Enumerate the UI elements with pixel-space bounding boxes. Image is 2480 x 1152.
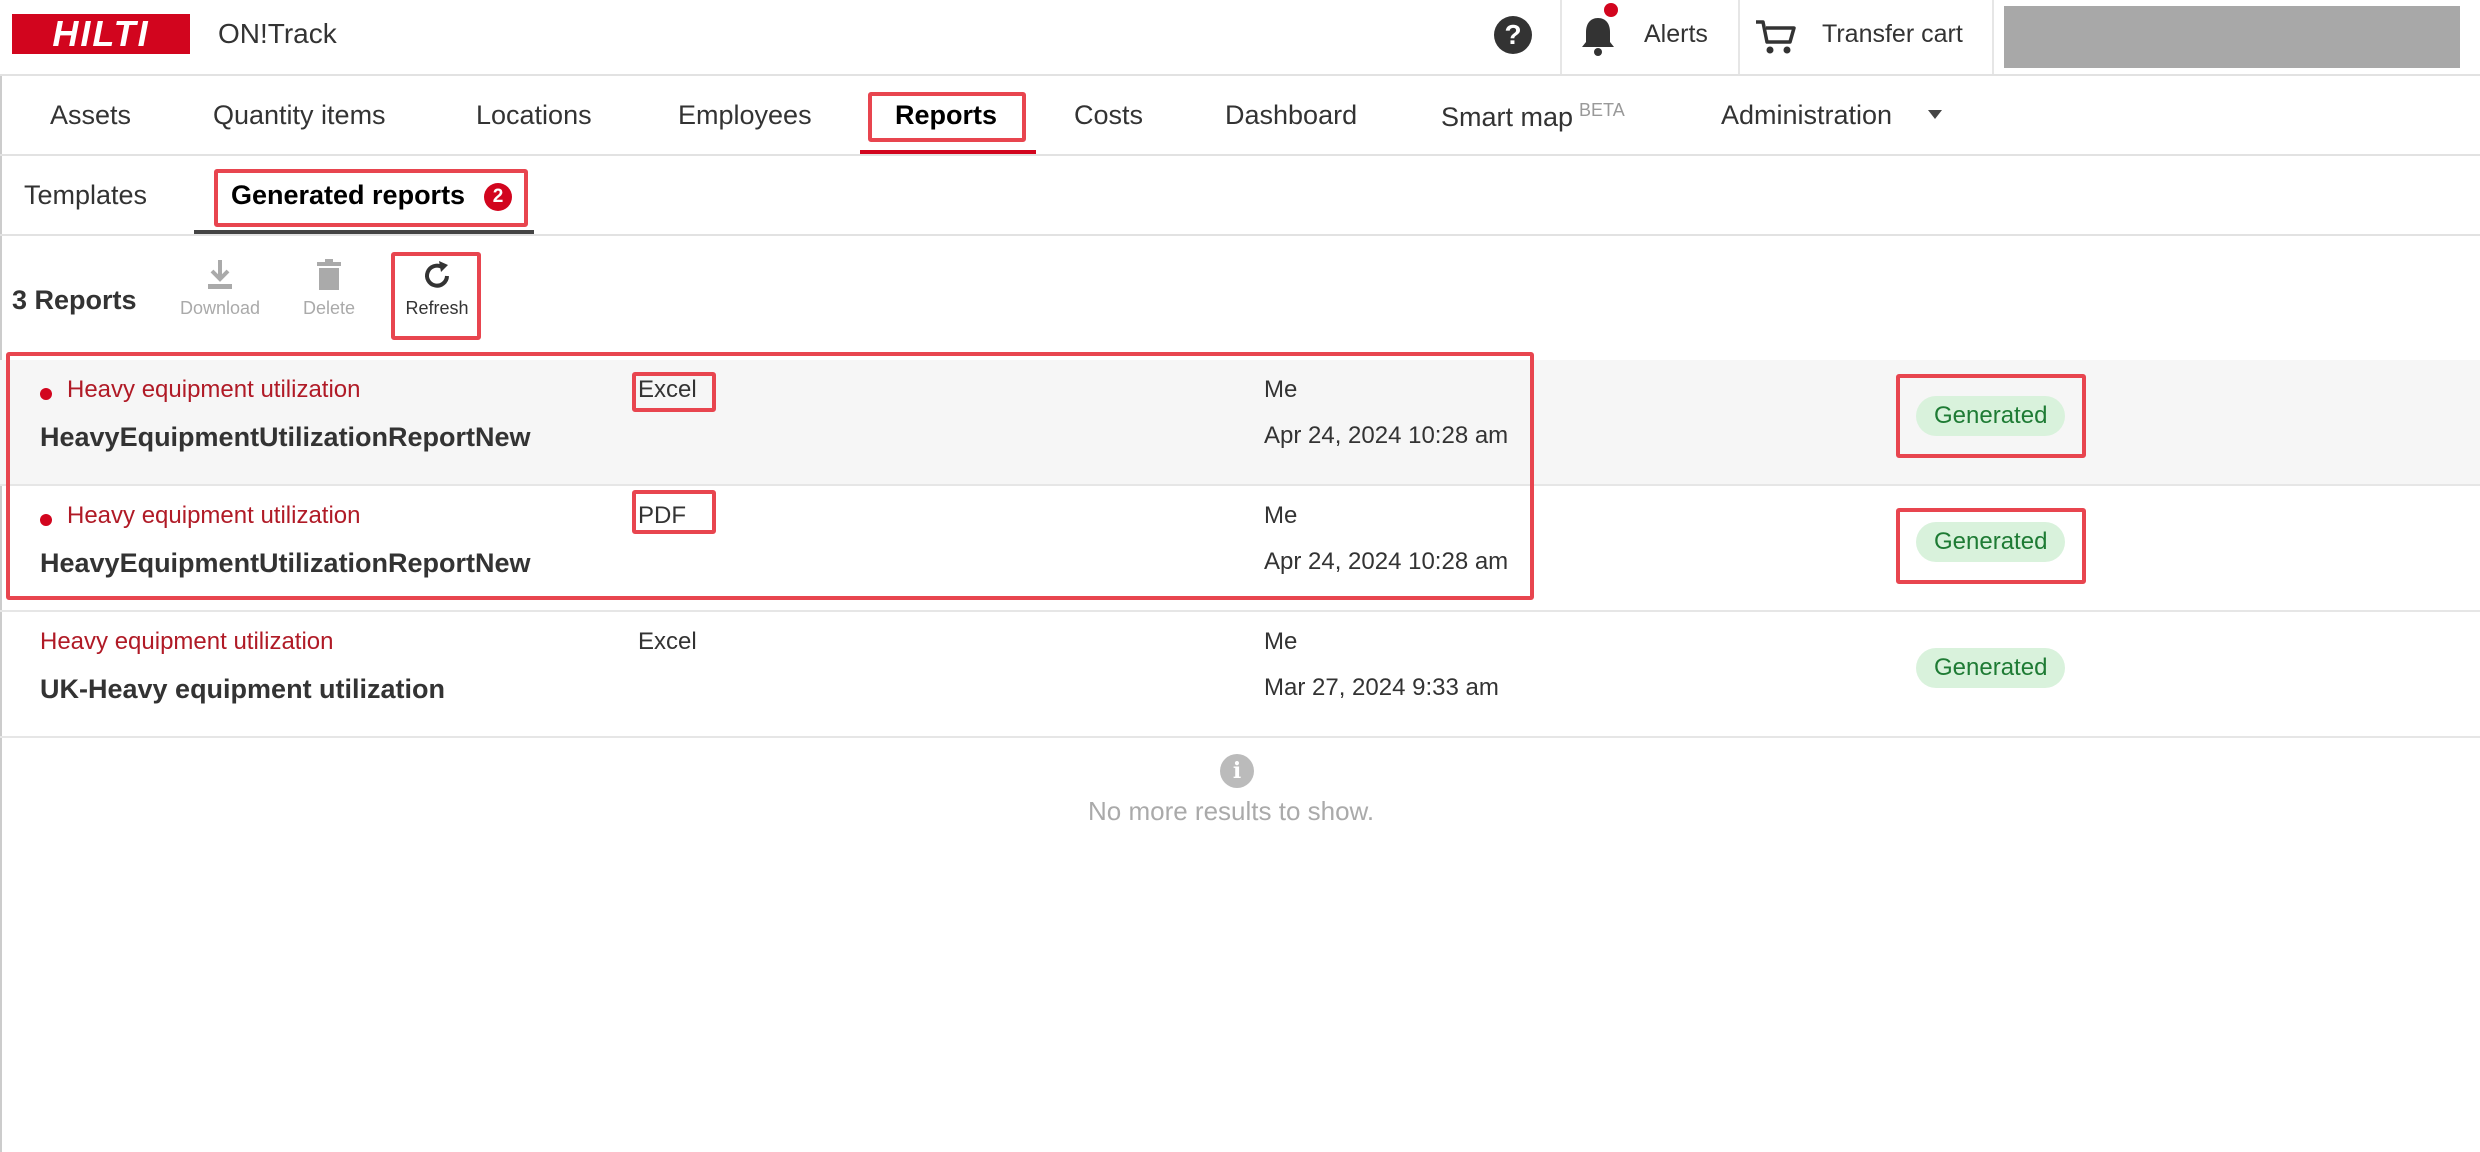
nav-quantity-items[interactable]: Quantity items (213, 100, 386, 131)
report-format: PDF (638, 502, 686, 529)
unread-dot (40, 388, 52, 400)
tab-templates[interactable]: Templates (24, 180, 147, 211)
trash-icon (317, 259, 341, 290)
transfer-cart-link[interactable]: Transfer cart (1822, 20, 1963, 49)
sub-navigation: Templates Generated reports (0, 156, 2480, 236)
alerts-link[interactable]: Alerts (1644, 20, 1708, 49)
report-name: HeavyEquipmentUtilizationReportNew (40, 422, 531, 452)
unread-dot (40, 514, 52, 526)
nav-costs[interactable]: Costs (1074, 100, 1143, 131)
refresh-icon (425, 261, 449, 288)
top-bar-divider (1992, 0, 1994, 74)
download-label: Download (179, 298, 261, 318)
nav-smart-map-label: Smart map (1441, 102, 1574, 132)
top-bar: HILTI ON!Track ? Alerts Transfer cart (0, 0, 2480, 76)
nav-locations[interactable]: Locations (476, 100, 592, 131)
download-icon (208, 260, 232, 289)
nav-reports[interactable]: Reports (895, 100, 997, 131)
report-count: 3 Reports (12, 285, 137, 315)
delete-button[interactable]: Delete (279, 258, 379, 319)
report-date: Apr 24, 2024 10:28 am (1264, 422, 1509, 449)
beta-badge: BETA (1579, 100, 1625, 120)
nav-administration[interactable]: Administration (1721, 100, 1892, 131)
report-date: Apr 24, 2024 10:28 am (1264, 548, 1509, 575)
delete-label: Delete (302, 298, 356, 318)
status-badge: Generated (1916, 396, 2066, 436)
refresh-label: Refresh (405, 298, 469, 318)
info-icon: i (1220, 754, 1254, 788)
chevron-down-icon[interactable] (1928, 110, 1942, 119)
hilti-logo[interactable]: HILTI (12, 14, 190, 54)
report-owner: Me (1264, 502, 1298, 529)
main-navigation: Assets Quantity items Locations Employee… (0, 76, 2480, 156)
unread-count-badge: 2 (484, 183, 512, 211)
top-bar-divider (1560, 0, 1562, 74)
report-date: Mar 27, 2024 9:33 am (1264, 674, 1499, 701)
alert-dot (1604, 3, 1618, 17)
transfer-cart-icon[interactable] (1754, 18, 1798, 56)
top-bar-divider (1738, 0, 1740, 74)
nav-employees[interactable]: Employees (678, 100, 812, 131)
active-nav-indicator (860, 150, 1036, 154)
report-template[interactable]: Heavy equipment utilization (40, 628, 334, 656)
nav-assets[interactable]: Assets (50, 100, 131, 131)
download-button[interactable]: Download (170, 258, 270, 319)
table-row[interactable]: Heavy equipment utilization UK-Heavy equ… (0, 612, 2480, 738)
report-owner: Me (1264, 628, 1298, 655)
report-owner: Me (1264, 376, 1298, 403)
refresh-button[interactable]: Refresh (387, 258, 487, 319)
app-title: ON!Track (218, 18, 337, 49)
report-name: UK-Heavy equipment utilization (40, 674, 446, 704)
report-format: Excel (638, 376, 697, 403)
report-template[interactable]: Heavy equipment utilization (67, 502, 361, 530)
status-badge: Generated (1916, 522, 2066, 562)
active-tab-indicator (194, 230, 534, 234)
no-more-results-text: No more results to show. (1088, 796, 1375, 826)
help-icon[interactable]: ? (1494, 16, 1532, 54)
nav-smart-map[interactable]: Smart map BETA (1441, 100, 1625, 133)
tab-generated-reports[interactable]: Generated reports (231, 180, 465, 211)
table-row[interactable]: Heavy equipment utilization HeavyEquipme… (0, 360, 2480, 486)
report-format: Excel (638, 628, 697, 655)
report-name: HeavyEquipmentUtilizationReportNew (40, 548, 531, 578)
nav-dashboard[interactable]: Dashboard (1225, 100, 1357, 131)
status-badge: Generated (1916, 648, 2066, 688)
table-row[interactable]: Heavy equipment utilization HeavyEquipme… (0, 486, 2480, 612)
bell-icon[interactable] (1578, 14, 1618, 58)
user-account-area[interactable] (2004, 6, 2460, 68)
report-template[interactable]: Heavy equipment utilization (67, 376, 361, 404)
